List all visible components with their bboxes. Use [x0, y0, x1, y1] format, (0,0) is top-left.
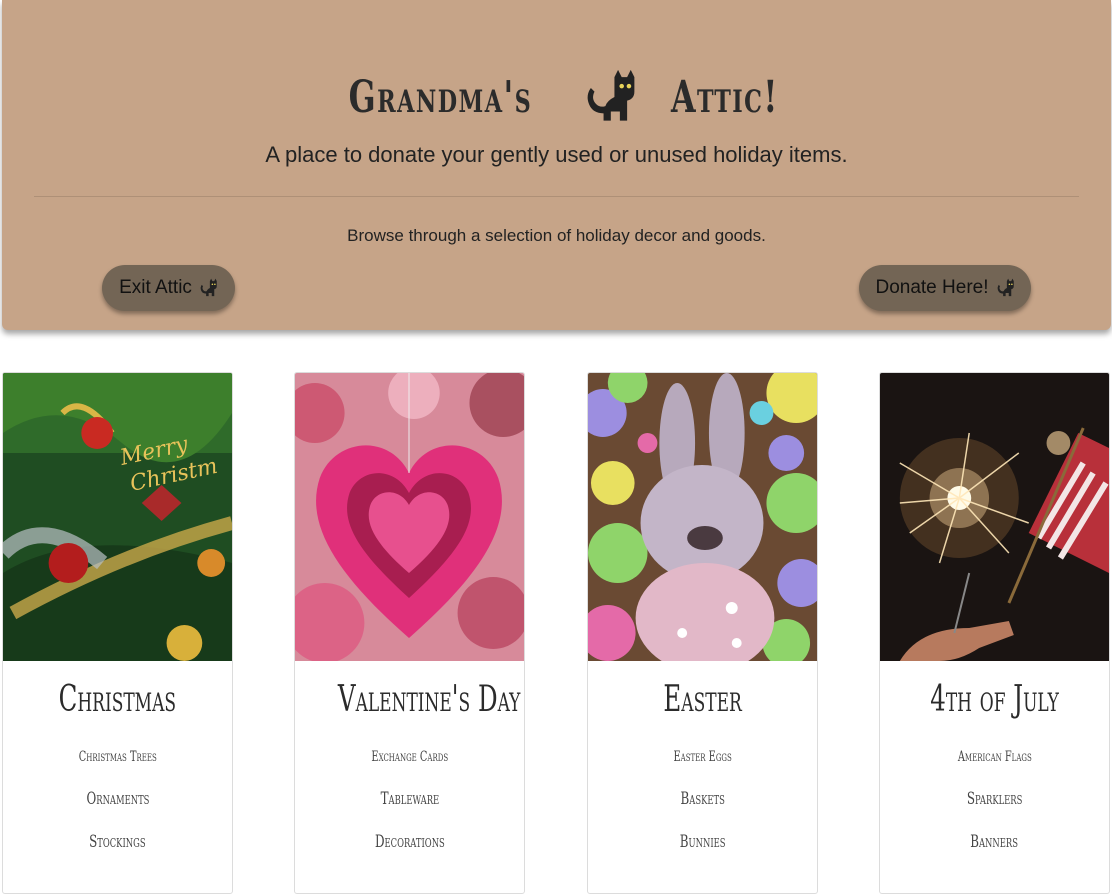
exit-attic-label: Exit Attic [119, 277, 192, 298]
card-link[interactable]: Easter Eggs [588, 749, 817, 765]
cat-icon [198, 278, 218, 298]
title-right: Attic! [671, 71, 779, 123]
christmas-tree-photo: Merry Christm [3, 373, 232, 661]
title-left: Grandma's [348, 71, 533, 123]
cat-icon [995, 278, 1015, 298]
card-link[interactable]: Ornaments [3, 789, 232, 809]
holiday-card-christmas[interactable]: Merry Christm Christmas Christmas Trees … [2, 372, 233, 894]
site-title: Grandma's Attic! [2, 62, 1111, 132]
card-link[interactable]: Bunnies [588, 832, 817, 852]
sparkler-flag-photo [880, 373, 1109, 661]
card-title: 4th of July [930, 679, 1059, 720]
holiday-card-easter[interactable]: Easter Easter Eggs Baskets Bunnies [587, 372, 818, 894]
card-link[interactable]: Decorations [295, 832, 524, 852]
donate-label: Donate Here! [875, 277, 989, 298]
donate-button[interactable]: Donate Here! [859, 265, 1031, 311]
card-link[interactable]: Stockings [3, 832, 232, 852]
holiday-card-valentines[interactable]: Valentine's Day Exchange Cards Tableware… [294, 372, 525, 894]
card-title: Easter [663, 679, 742, 720]
card-link[interactable]: Banners [880, 832, 1109, 852]
plush-bunny-photo [588, 373, 817, 661]
card-link[interactable]: American Flags [880, 749, 1109, 765]
card-link[interactable]: Tableware [295, 789, 524, 809]
hero-banner: Grandma's Attic! A place to donate your … [2, 0, 1111, 330]
pink-heart-photo [295, 373, 524, 661]
holiday-card-fourth-of-july[interactable]: 4th of July American Flags Sparklers Ban… [879, 372, 1110, 894]
card-title: Christmas [58, 679, 177, 720]
card-link[interactable]: Christmas Trees [3, 749, 232, 765]
cat-icon [580, 68, 638, 126]
browse-text: Browse through a selection of holiday de… [347, 226, 766, 245]
card-link[interactable]: Baskets [588, 789, 817, 809]
divider [34, 196, 1079, 197]
card-link[interactable]: Sparklers [880, 789, 1109, 809]
exit-attic-button[interactable]: Exit Attic [102, 265, 235, 311]
card-title: Valentine's Day [337, 679, 521, 720]
site-subtitle: A place to donate your gently used or un… [265, 142, 848, 167]
card-link[interactable]: Exchange Cards [295, 749, 524, 765]
